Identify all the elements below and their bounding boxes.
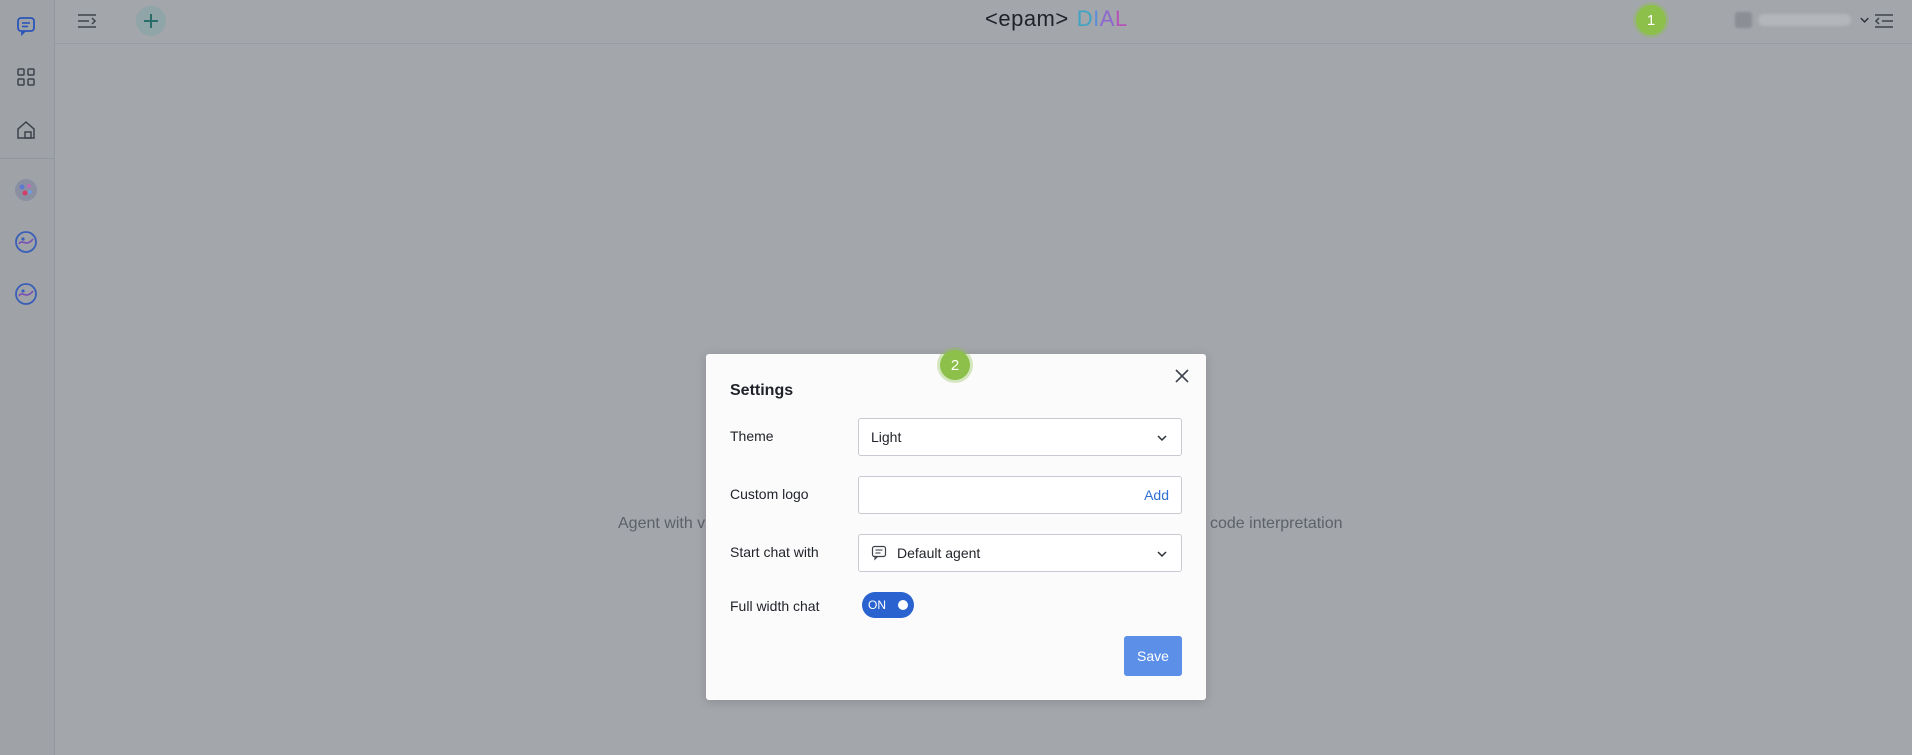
add-logo-button[interactable]: Add	[1144, 487, 1169, 503]
logo-dial-letter: I	[1093, 6, 1100, 31]
logo-dial-letter: L	[1114, 6, 1128, 31]
collapse-sidebar-icon[interactable]	[72, 6, 102, 36]
agent-avatar-icon[interactable]	[12, 228, 40, 256]
step-marker-2: 2	[940, 350, 970, 380]
agent-description-text: code interpretation	[1210, 515, 1343, 532]
marketplace-grid-icon[interactable]	[12, 63, 40, 91]
theme-label: Theme	[730, 428, 774, 444]
agent-description-text: Agent with v	[618, 515, 706, 532]
custom-logo-label: Custom logo	[730, 486, 809, 502]
top-header: <epam> D I A L 1	[55, 0, 1912, 44]
toggle-knob	[898, 600, 908, 610]
start-chat-label: Start chat with	[730, 544, 819, 560]
collapse-right-panel-icon[interactable]	[1869, 6, 1899, 36]
agent-avatar-icon[interactable]	[12, 176, 40, 204]
chevron-down-icon	[1157, 551, 1167, 558]
app-logo: <epam> D I A L	[985, 4, 1128, 34]
theme-select[interactable]: Light	[858, 418, 1182, 456]
start-chat-value: Default agent	[897, 545, 981, 561]
rail-divider	[0, 158, 55, 159]
dialog-title: Settings	[730, 382, 794, 399]
settings-dialog: 2 Settings Theme Light Custom logo Add S…	[706, 350, 1206, 700]
theme-value: Light	[871, 429, 902, 445]
save-button[interactable]: Save	[1124, 636, 1182, 676]
full-width-toggle[interactable]: ON	[862, 592, 914, 618]
step-marker-1: 1	[1636, 5, 1666, 35]
agent-avatar-icon[interactable]	[12, 280, 40, 308]
user-name-blurred	[1757, 14, 1851, 26]
left-rail	[0, 0, 55, 755]
logo-dial-letter: D	[1076, 6, 1094, 31]
close-icon[interactable]	[1170, 364, 1194, 388]
custom-logo-field[interactable]: Add	[858, 476, 1182, 514]
full-width-label: Full width chat	[730, 598, 820, 614]
chat-bubble-icon	[871, 545, 887, 561]
chevron-down-icon	[1157, 435, 1167, 442]
chat-icon[interactable]	[12, 12, 40, 40]
user-menu[interactable]	[1735, 8, 1870, 32]
logo-epam-text: <epam>	[985, 6, 1069, 31]
new-conversation-icon[interactable]	[136, 6, 166, 36]
start-chat-select[interactable]: Default agent	[858, 534, 1182, 572]
avatar	[1735, 12, 1752, 28]
logo-dial-letter: A	[1099, 6, 1115, 31]
toggle-state-text: ON	[868, 598, 886, 612]
home-icon[interactable]	[12, 116, 40, 144]
